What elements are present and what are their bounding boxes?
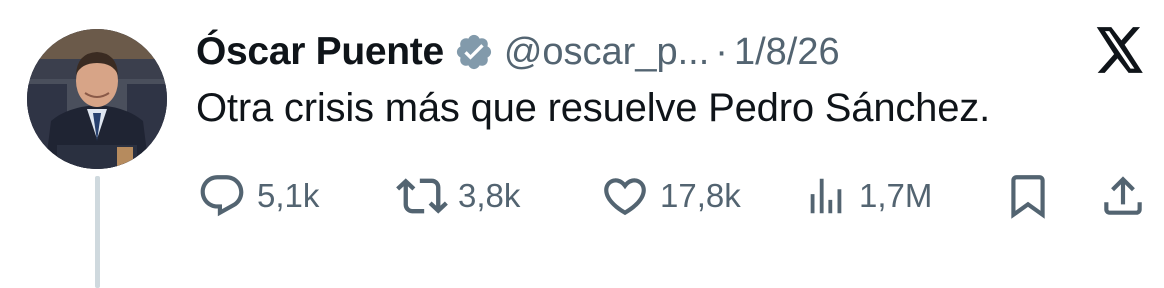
like-button[interactable]: 17,8k	[600, 170, 741, 222]
tweet-text: Otra crisis más que resuelve Pedro Sánch…	[196, 86, 990, 130]
repost-button[interactable]: 3,8k	[396, 170, 520, 222]
like-count: 17,8k	[660, 177, 741, 214]
heart-icon	[600, 171, 650, 221]
avatar[interactable]	[27, 29, 167, 169]
author-name[interactable]: Óscar Puente	[196, 30, 444, 74]
avatar-image	[27, 29, 167, 169]
x-logo-icon[interactable]	[1095, 27, 1145, 73]
separator-dot: ·	[715, 30, 728, 73]
bookmark-button[interactable]	[1003, 170, 1053, 222]
reply-count: 5,1k	[257, 177, 320, 214]
author-handle[interactable]: @oscar_p...	[504, 31, 709, 74]
views-button[interactable]: 1,7M	[803, 170, 932, 222]
repost-icon	[396, 170, 448, 222]
views-icon	[803, 171, 849, 221]
reply-icon	[197, 171, 247, 221]
action-bar: 5,1k 3,8k 17,8k 1,7M	[193, 170, 1153, 222]
repost-count: 3,8k	[458, 177, 521, 214]
bookmark-icon	[1003, 171, 1053, 221]
verified-badge-icon	[454, 32, 494, 72]
views-count: 1,7M	[859, 177, 933, 214]
reply-button[interactable]: 5,1k	[197, 170, 319, 222]
share-button[interactable]	[1098, 170, 1148, 222]
share-icon	[1098, 171, 1148, 221]
tweet-date[interactable]: 1/8/26	[734, 31, 840, 74]
tweet-header: Óscar Puente @oscar_p... · 1/8/26	[196, 24, 840, 80]
thread-line	[95, 176, 100, 288]
